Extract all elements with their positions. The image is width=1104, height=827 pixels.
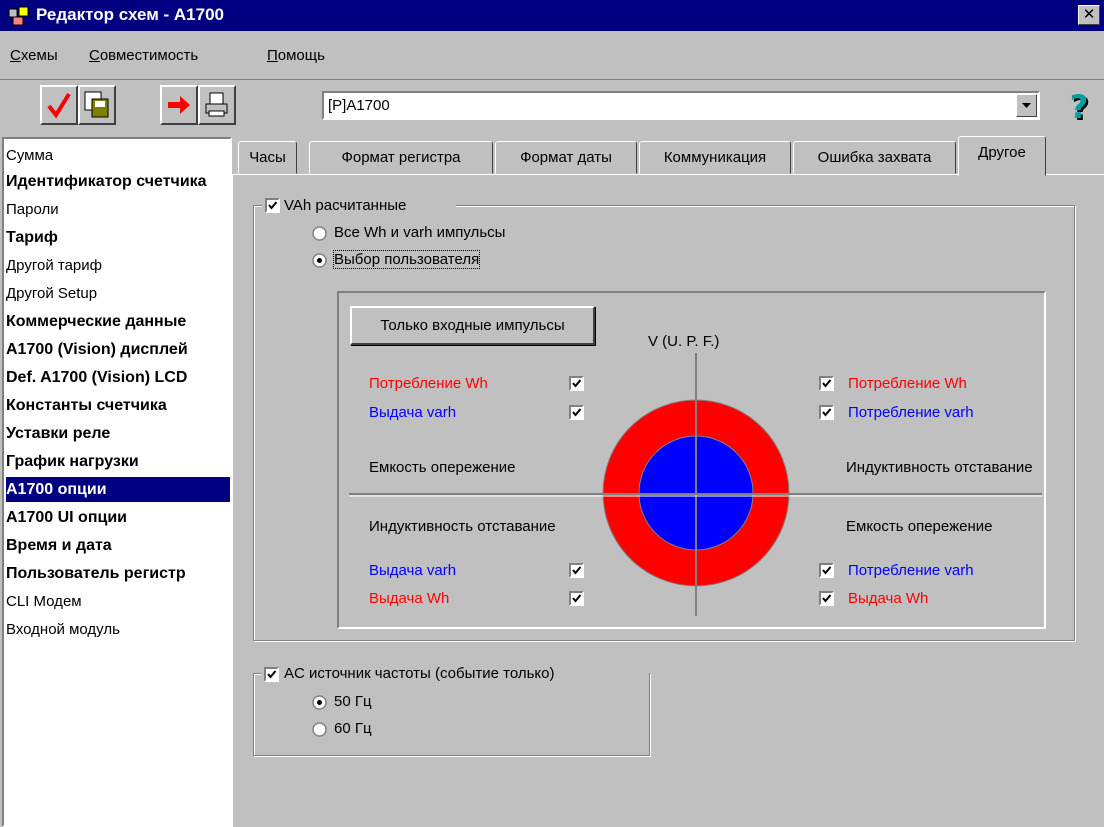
tab-other[interactable]: Другое (958, 136, 1046, 176)
list-item[interactable]: Пароли (6, 197, 230, 222)
svg-text:?: ? (1070, 89, 1089, 125)
close-icon: ✕ (1082, 6, 1096, 23)
save-copy-icon (84, 91, 109, 118)
apply-button[interactable] (40, 85, 78, 125)
list-item[interactable]: Другой Setup (6, 281, 230, 306)
list-item[interactable]: Входной модуль (6, 617, 230, 642)
list-item-selected[interactable]: A1700 опции (6, 477, 230, 502)
window-title: Редактор схем - A1700 (36, 5, 224, 24)
schema-select[interactable]: [P]A1700 (322, 91, 1040, 120)
print-button[interactable] (198, 85, 236, 125)
printer-icon (205, 92, 228, 117)
list-item[interactable]: Def. A1700 (Vision) LCD (6, 365, 230, 390)
list-item[interactable]: Коммерческие данные (6, 309, 230, 334)
chevron-down-icon (1022, 103, 1031, 108)
title-bar: Редактор схем - A1700 ✕ (0, 0, 1104, 31)
schema-sections-list[interactable]: Сумма Идентификатор счетчика Пароли Тари… (2, 137, 232, 827)
schema-select-value: [P]A1700 (328, 97, 390, 114)
toolbar: [P]A1700 ? ? (0, 81, 1104, 134)
list-item[interactable]: Время и дата (6, 533, 230, 558)
list-item[interactable]: Идентификатор счетчика (6, 169, 230, 194)
arrow-right-icon (168, 96, 190, 114)
menu-bar: Схемы Совместимость Помощь (0, 31, 1104, 80)
menu-compatibility[interactable]: Совместимость (89, 47, 198, 64)
tab-clock[interactable]: Часы (238, 141, 297, 174)
menu-help[interactable]: Помощь (267, 47, 325, 64)
list-item[interactable]: A1700 (Vision) дисплей (6, 337, 230, 362)
tab-communication[interactable]: Коммуникация (639, 141, 791, 174)
menu-schemes[interactable]: Схемы (10, 47, 58, 64)
tab-register-format[interactable]: Формат регистра (309, 141, 493, 174)
list-item[interactable]: Тариф (6, 225, 230, 250)
help-icon[interactable]: ? ? (1063, 89, 1099, 125)
list-item[interactable]: Другой тариф (6, 253, 230, 278)
app-icon (8, 6, 29, 26)
list-item[interactable]: График нагрузки (6, 449, 230, 474)
tab-panel-other (232, 174, 1104, 827)
list-item[interactable]: Сумма (6, 143, 230, 168)
checkmark-icon (47, 92, 71, 119)
list-item[interactable]: Пользователь регистр (6, 561, 230, 586)
close-button[interactable]: ✕ (1078, 5, 1100, 25)
list-item[interactable]: Уставки реле (6, 421, 230, 446)
send-button[interactable] (160, 85, 198, 125)
tab-date-format[interactable]: Формат даты (495, 141, 637, 174)
save-as-button[interactable] (78, 85, 116, 125)
list-item[interactable]: Константы счетчика (6, 393, 230, 418)
list-item[interactable]: CLI Модем (6, 589, 230, 614)
list-item[interactable]: A1700 UI опции (6, 505, 230, 530)
dropdown-button[interactable] (1016, 94, 1037, 117)
tab-capture-error[interactable]: Ошибка захвата (793, 141, 956, 174)
